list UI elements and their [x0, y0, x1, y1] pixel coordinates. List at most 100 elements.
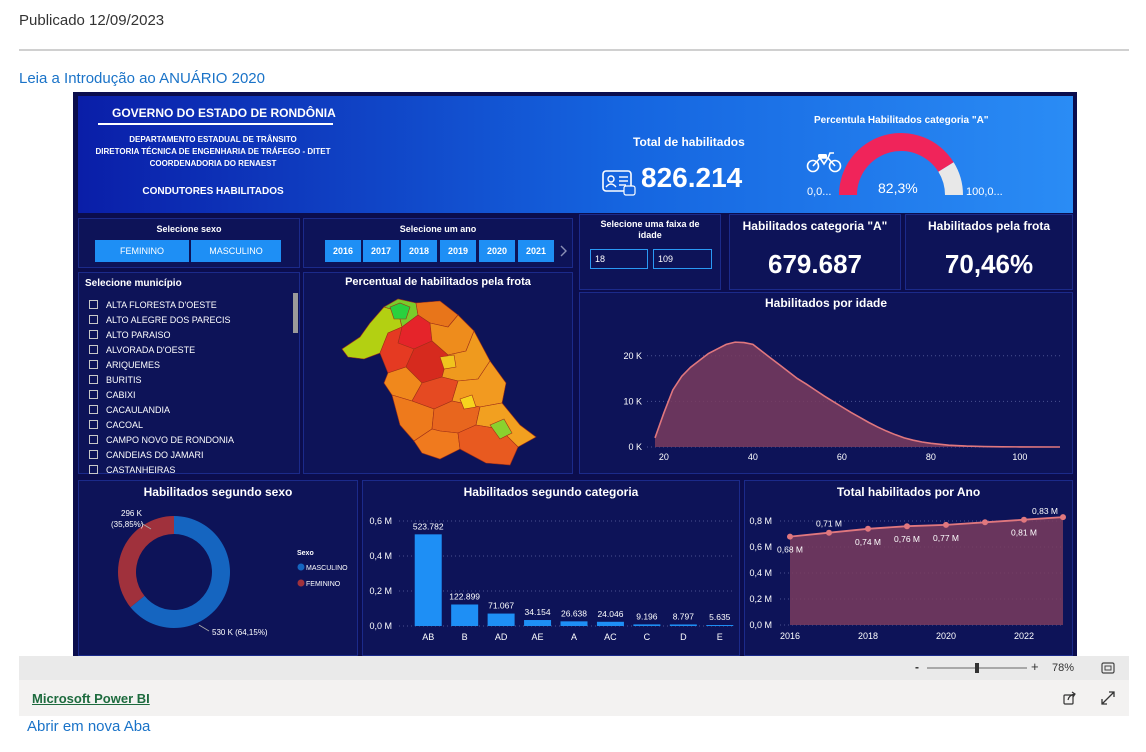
- checkbox[interactable]: [89, 435, 98, 444]
- scrollbar-thumb[interactable]: [293, 293, 298, 333]
- data-label: 0,71 M: [816, 519, 842, 529]
- slider-thumb: [975, 663, 979, 673]
- chevron-right-icon[interactable]: [560, 245, 568, 257]
- x-tick-label: 2020: [936, 631, 956, 641]
- category-chart-title: Habilitados segundo categoria: [463, 485, 639, 499]
- age-area-chart[interactable]: 0 K 10 K 20 K 20 40 60 80 100: [580, 313, 1074, 475]
- data-label: 9.196: [636, 611, 658, 621]
- list-item[interactable]: ALTO ALEGRE DOS PARECIS: [89, 312, 289, 327]
- list-item[interactable]: BURITIS: [89, 372, 289, 387]
- bar: [669, 624, 697, 626]
- intro-link[interactable]: Leia a Introdução ao ANUÁRIO 2020: [19, 70, 265, 87]
- legend-label: MASCULINO: [306, 565, 348, 572]
- list-item[interactable]: ALTA FLORESTA D'OESTE: [89, 297, 289, 312]
- y-tick-label: 0,0 M: [749, 620, 772, 630]
- bar: [414, 534, 442, 626]
- powerbi-link[interactable]: Microsoft Power BI: [32, 691, 150, 706]
- list-item[interactable]: CASTANHEIRAS: [89, 462, 289, 477]
- category-a-kpi: Habilitados categoria "A" 679.687: [729, 214, 901, 290]
- bar: [524, 620, 552, 626]
- municipality-label: CACAULANDIA: [106, 404, 171, 415]
- checkbox[interactable]: [89, 345, 98, 354]
- area-fill: [655, 342, 1060, 447]
- data-point: [787, 533, 793, 540]
- checkbox[interactable]: [89, 315, 98, 324]
- checkbox[interactable]: [89, 450, 98, 459]
- zoom-out-button[interactable]: -: [915, 660, 919, 674]
- slice-label: 530 K (64,15%): [212, 628, 268, 637]
- slice-label: 296 K: [121, 509, 143, 518]
- x-tick-label: 2022: [1014, 631, 1034, 641]
- category-chart-panel: Habilitados segundo categoria 0,0 M 0,2 M…: [362, 480, 740, 656]
- checkbox[interactable]: [89, 420, 98, 429]
- fleet-kpi: Habilitados pela frota 70,46%: [905, 214, 1073, 290]
- checkbox[interactable]: [89, 390, 98, 399]
- fleet-title: Habilitados pela frota: [927, 219, 1051, 233]
- age-max-input[interactable]: 109: [653, 249, 712, 269]
- list-item[interactable]: CACAULANDIA: [89, 402, 289, 417]
- checkbox[interactable]: [89, 375, 98, 384]
- checkbox[interactable]: [89, 360, 98, 369]
- x-tick-label: A: [571, 632, 577, 642]
- age-filter-title: Selecione uma faixa de idade: [600, 219, 700, 240]
- zoom-slider[interactable]: [925, 661, 1029, 675]
- powerbi-bar: Microsoft Power BI: [19, 680, 1129, 716]
- list-item[interactable]: CABIXI: [89, 387, 289, 402]
- year-button-2017[interactable]: 2017: [363, 240, 399, 262]
- x-tick-label: AD: [495, 632, 508, 642]
- list-item[interactable]: CAMPO NOVO DE RONDONIA: [89, 432, 289, 447]
- list-item[interactable]: ARIQUEMES: [89, 357, 289, 372]
- list-item[interactable]: CACOAL: [89, 417, 289, 432]
- gauge-value: 82,3%: [878, 180, 918, 196]
- bar: [596, 621, 624, 626]
- bar: [560, 621, 588, 626]
- zoom-in-button[interactable]: +: [1031, 659, 1039, 674]
- open-new-tab-link[interactable]: Abrir em nova Aba: [27, 718, 150, 735]
- slice-label: (35,85%): [111, 520, 144, 529]
- sex-option-masculino[interactable]: MASCULINO: [191, 240, 281, 262]
- category-a-title: Habilitados categoria "A": [742, 219, 888, 233]
- list-item[interactable]: CANDEIAS DO JAMARI: [89, 447, 289, 462]
- age-min-input[interactable]: 18: [590, 249, 648, 269]
- fullscreen-icon[interactable]: [1101, 691, 1115, 705]
- data-label: 0,83 M: [1032, 506, 1058, 516]
- age-filter-panel: Selecione uma faixa de idade 18 109: [579, 214, 721, 290]
- list-item[interactable]: ALVORADA D'OESTE: [89, 342, 289, 357]
- x-tick-label: AB: [422, 632, 434, 642]
- year-button-2019[interactable]: 2019: [440, 240, 476, 262]
- municipality-label: CANDEIAS DO JAMARI: [106, 449, 204, 460]
- year-button-2016[interactable]: 2016: [325, 240, 361, 262]
- data-label: 523.782: [413, 521, 444, 531]
- fit-page-icon[interactable]: [1101, 662, 1115, 674]
- y-tick-label: 0,8 M: [749, 516, 772, 526]
- data-label: 26.638: [561, 608, 587, 618]
- year-chart-title: Total habilitados por Ano: [836, 485, 981, 499]
- x-tick-label: 2018: [858, 631, 878, 641]
- rondonia-map[interactable]: [340, 297, 544, 469]
- year-area-chart[interactable]: 0,0 M 0,2 M 0,4 M 0,6 M 0,8 M 2016 2018 2020 202…: [745, 501, 1074, 656]
- municipality-label: BURITIS: [106, 374, 142, 385]
- checkbox[interactable]: [89, 405, 98, 414]
- sex-option-feminino[interactable]: FEMININO: [95, 240, 189, 262]
- legend-label: FEMININO: [306, 581, 341, 588]
- category-bar-chart[interactable]: 0,0 M 0,2 M 0,4 M 0,6 M 523.782 AB 122.899 B 71.…: [363, 501, 741, 656]
- sex-donut-chart[interactable]: 530 K (64,15%) 296 K (35,85%) Sexo MASCULINO…: [79, 501, 359, 656]
- list-item[interactable]: ALTO PARAISO: [89, 327, 289, 342]
- year-button-2021[interactable]: 2021: [518, 240, 554, 262]
- municipality-label: CABIXI: [106, 389, 136, 400]
- data-label: 71.067: [488, 601, 514, 611]
- year-button-2018[interactable]: 2018: [401, 240, 437, 262]
- x-tick-label: AE: [532, 632, 544, 642]
- y-tick-label: 0 K: [628, 442, 642, 452]
- municipality-label: ALTA FLORESTA D'OESTE: [106, 299, 217, 310]
- x-tick-label: 100: [1012, 452, 1027, 462]
- year-button-2020[interactable]: 2020: [479, 240, 515, 262]
- checkbox[interactable]: [89, 330, 98, 339]
- y-tick-label: 0,4 M: [369, 551, 392, 561]
- year-filter-title: Selecione um ano: [399, 224, 477, 234]
- department-line: DIRETORIA TÉCNICA DE ENGENHARIA DE TRÁFE…: [95, 147, 331, 156]
- checkbox[interactable]: [89, 465, 98, 474]
- share-icon[interactable]: [1063, 691, 1077, 705]
- checkbox[interactable]: [89, 300, 98, 309]
- municipality-label: ARIQUEMES: [106, 359, 161, 370]
